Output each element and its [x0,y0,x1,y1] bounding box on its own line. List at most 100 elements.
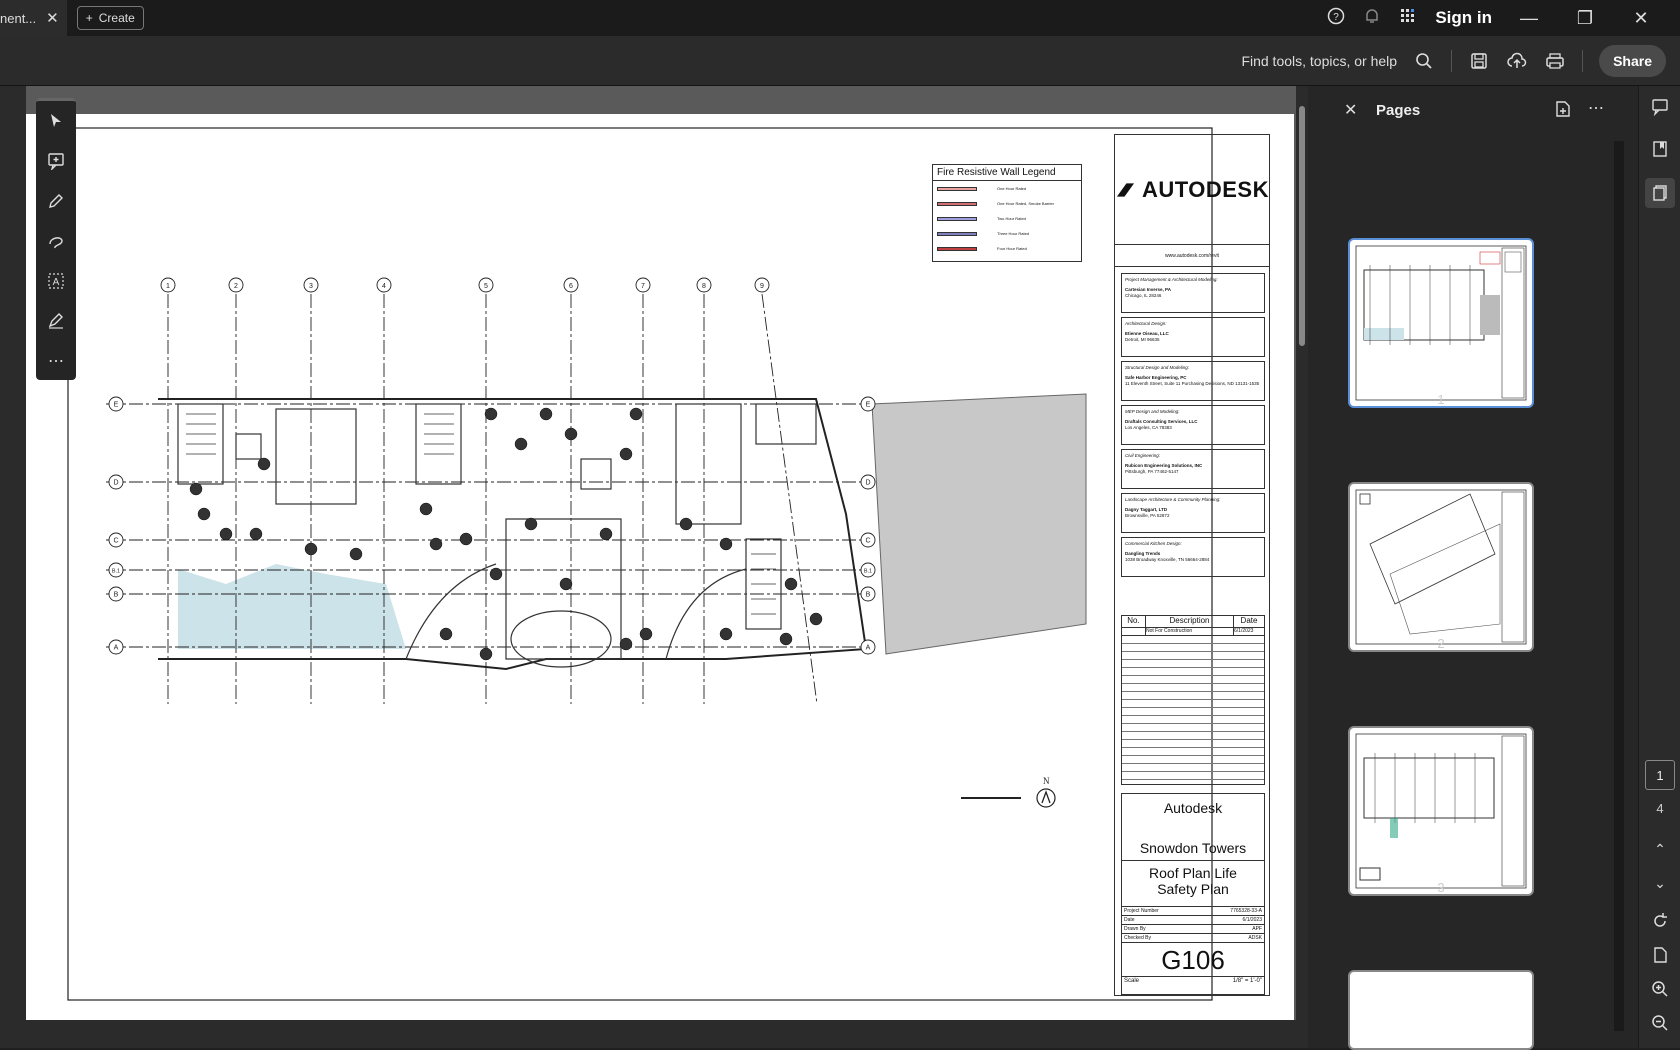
fire-wall-legend: Fire Resistive Wall Legend One Hour Rate… [932,164,1082,262]
grid-bubble-row: C [108,532,124,548]
main-toolbar: Find tools, topics, or help Share [0,36,1680,86]
sheet-title-box: Roof Plan Life Safety Plan [1121,861,1265,907]
share-button[interactable]: Share [1599,44,1666,77]
grid-bubble-row: E [860,396,876,412]
plus-icon: + [85,11,93,25]
toolbar-divider [1582,49,1584,72]
page-thumbnail-3[interactable] [1348,726,1534,896]
svg-text:6: 6 [569,283,573,290]
tree-symbol [489,567,503,581]
tree-symbol [439,627,453,641]
legend-row: One Hour Rated [933,181,1081,196]
tree-symbol [679,517,693,531]
left-gutter [0,86,26,1048]
grid-bubble-col: 2 [228,277,244,293]
consultant-box: Commercial Kitchen Design: Dangling Trend… [1121,537,1265,577]
tree-symbol [419,502,433,516]
create-label: Create [98,11,135,25]
pages-panel-icon[interactable] [1645,178,1675,208]
restore-icon[interactable]: ❐ [1566,8,1604,29]
zoom-out-icon[interactable] [1649,1012,1671,1034]
current-page-input[interactable]: 1 [1645,760,1675,790]
grid-bubble-col: 1 [160,277,176,293]
svg-text:B.1: B.1 [864,569,872,575]
page-fit-icon[interactable] [1649,944,1671,966]
page-thumbnail-1[interactable] [1348,238,1534,408]
consultant-box: Structural Design and Modeling: Safe Harb… [1121,361,1265,401]
horizontal-scroll-area[interactable] [26,1020,1296,1048]
sign-icon[interactable] [36,301,76,341]
tree-symbol [619,447,633,461]
rotate-icon[interactable] [1649,910,1671,932]
panel-more-icon[interactable]: ⋯ [1588,98,1604,118]
rev-header-date: Date [1240,616,1258,625]
document-tab-title: nent... [0,10,37,26]
comment-panel-icon[interactable] [1649,96,1671,118]
grid-bubble-col: 6 [563,277,579,293]
page-thumbnail-2[interactable] [1348,482,1534,652]
minimize-icon[interactable]: — [1510,8,1548,29]
svg-text:C: C [113,538,118,545]
page-thumbnail-4[interactable] [1348,970,1534,1050]
svg-text:A: A [866,645,871,652]
sheet-title: Roof Plan Life Safety Plan [1149,865,1237,897]
consultant-box: Landscape Architecture & Community Plann… [1121,493,1265,533]
pages-panel: ✕ Pages ⋯ 1 2 3 [1308,86,1638,1050]
more-tools-icon[interactable]: ⋯ [36,341,76,381]
website-url: www.autodesk.com/revit [1115,245,1269,267]
tree-symbol [559,577,573,591]
select-tool-icon[interactable] [36,101,76,141]
tree-symbol [429,537,443,551]
grid-bubble-row: B [860,586,876,602]
bookmarks-icon[interactable] [1649,138,1671,160]
tree-symbol [809,612,823,626]
chevron-up-icon[interactable]: ⌃ [1649,838,1671,860]
pdf-page[interactable]: 1 2 3 4 5 6 7 8 9 E E D D C C B.1 B.1 B B A A [26,114,1294,1020]
close-tab-icon[interactable]: ✕ [46,9,59,27]
find-tools-search[interactable]: Find tools, topics, or help [1241,53,1397,69]
tree-symbol [539,407,553,421]
legend-row: Two Hour Rated [933,211,1081,226]
grid-bubble-row: D [108,474,124,490]
grid-bubble-row: A [108,639,124,655]
search-icon[interactable] [1413,50,1435,72]
legend-row: Three Hour Rated [933,226,1081,241]
insert-page-icon[interactable] [1554,100,1572,123]
svg-text:?: ? [1334,12,1340,23]
title-bar: nent... ✕ + Create ? Sign in — ❐ ✕ [0,0,1680,36]
text-box-icon[interactable]: A [36,261,76,301]
sign-in-button[interactable]: Sign in [1435,8,1492,28]
create-button[interactable]: + Create [76,6,144,30]
svg-text:E: E [114,402,119,409]
apps-grid-icon[interactable] [1399,7,1417,30]
bell-icon[interactable] [1363,7,1381,30]
print-icon[interactable] [1544,50,1566,72]
grid-bubble-col: 4 [376,277,392,293]
highlight-pen-icon[interactable] [36,181,76,221]
svg-text:A: A [53,277,60,288]
vertical-scrollbar[interactable] [1296,86,1308,1048]
add-comment-icon[interactable] [36,141,76,181]
svg-text:9: 9 [760,283,764,290]
tree-symbol [629,407,643,421]
close-panel-icon[interactable]: ✕ [1344,100,1357,120]
floor-plan-drawing: 1 2 3 4 5 6 7 8 9 E E D D C C B.1 B.1 B B A A [67,127,1213,1001]
grid-bubble-col: 8 [696,277,712,293]
zoom-in-icon[interactable] [1649,978,1671,1000]
close-window-icon[interactable]: ✕ [1622,8,1660,29]
svg-text:8: 8 [702,283,706,290]
tree-symbol [719,537,733,551]
grid-bubble-row: E [108,396,124,412]
title-block: AUTODESK www.autodesk.com/revit Project … [1114,134,1270,996]
save-icon[interactable] [1468,50,1490,72]
svg-text:B: B [866,592,871,599]
help-icon[interactable]: ? [1327,7,1345,30]
document-tab[interactable]: nent... ✕ [0,0,67,36]
revision-table: No. Description Date Not For Constructio… [1121,615,1265,785]
draw-freehand-icon[interactable] [36,221,76,261]
north-label: N [1043,776,1050,786]
document-viewer[interactable]: 1 2 3 4 5 6 7 8 9 E E D D C C B.1 B.1 B B A A [0,86,1308,1048]
upload-cloud-icon[interactable] [1506,50,1528,72]
panel-scrollbar[interactable] [1614,141,1624,1031]
chevron-down-icon[interactable]: ⌄ [1649,872,1671,894]
